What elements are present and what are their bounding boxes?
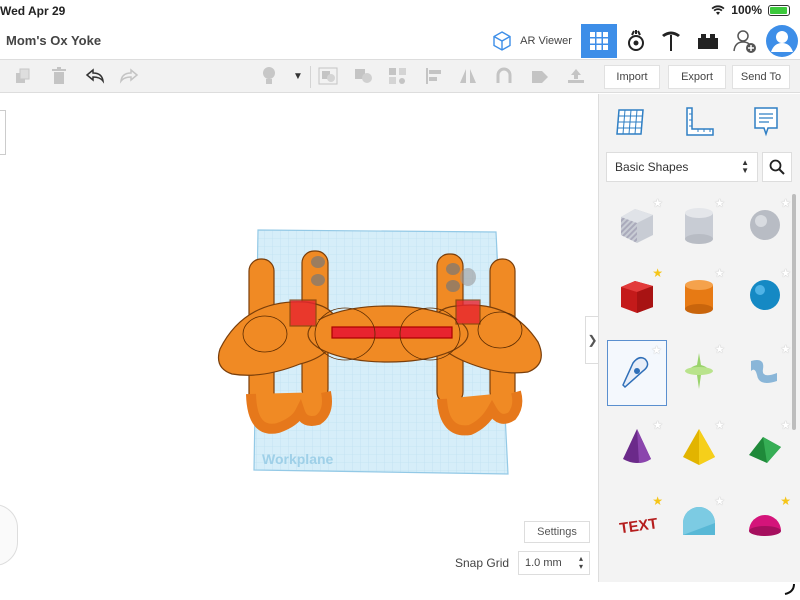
export-button[interactable]: Export [668, 65, 726, 89]
note-icon [754, 107, 778, 137]
favorite-star-icon[interactable]: ★ [651, 344, 662, 356]
redo-icon[interactable] [118, 66, 140, 86]
settings-button[interactable]: Settings [524, 521, 590, 543]
edit-toolbar: ▼ Import Export Send To [0, 60, 800, 93]
favorite-star-icon[interactable]: ★ [780, 197, 791, 209]
status-time: Wed Apr 29 [0, 4, 66, 18]
design-canvas[interactable]: Workplane Settings Snap Grid 1.0 mm ▴ ▾ … [0, 94, 599, 582]
cruise-icon[interactable] [565, 66, 587, 86]
ar-viewer-label: AR Viewer [520, 35, 572, 47]
undo-icon[interactable] [84, 66, 106, 86]
shape-tile[interactable]: ★ [669, 340, 729, 406]
shape-tile[interactable]: ★ [735, 194, 795, 260]
lightbulb-icon[interactable] [258, 66, 280, 86]
ruler-icon [686, 107, 714, 136]
add-user-icon [733, 30, 756, 53]
status-right: 100% [711, 3, 790, 17]
stepper-icon: ▴ ▾ [578, 554, 583, 571]
align-icon[interactable] [423, 66, 445, 86]
ungroup-icon[interactable] [353, 66, 375, 86]
add-user-button[interactable] [728, 24, 762, 58]
snap-grid-value: 1.0 mm [525, 557, 562, 569]
favorite-star-icon[interactable]: ★ [714, 495, 725, 507]
favorite-star-icon[interactable]: ★ [652, 419, 663, 431]
wifi-icon [711, 4, 725, 15]
design-title[interactable]: Mom's Ox Yoke [6, 33, 101, 48]
status-bar: Wed Apr 29 100% [0, 0, 800, 22]
shape-tile[interactable]: ★ [607, 264, 667, 330]
ruler-tool[interactable] [679, 102, 719, 142]
bricks-button[interactable] [655, 24, 687, 58]
ar-cube-icon [493, 31, 511, 51]
favorite-star-icon[interactable]: ★ [714, 343, 725, 355]
avatar-icon [766, 25, 798, 57]
grid-icon [590, 32, 608, 50]
workplane-tool[interactable] [611, 102, 651, 142]
favorite-star-icon[interactable]: ★ [714, 419, 725, 431]
shape-tile[interactable]: ★ [669, 264, 729, 330]
bottom-bar [0, 582, 800, 600]
sidebar-collapse-button[interactable]: ❯ [585, 316, 599, 364]
copy-icon[interactable] [12, 66, 34, 86]
favorite-star-icon[interactable]: ★ [652, 197, 663, 209]
mirror-icon[interactable] [457, 66, 479, 86]
favorite-star-icon[interactable]: ★ [780, 419, 791, 431]
shape-search-button[interactable] [762, 152, 792, 182]
snap-grid-label: Snap Grid [455, 556, 510, 570]
toolbar-divider [310, 66, 311, 88]
sidebar-scrollbar[interactable] [792, 194, 796, 430]
shape-tile[interactable]: ★ [735, 416, 795, 482]
pickaxe-icon [662, 31, 680, 51]
profile-avatar[interactable] [764, 24, 800, 58]
workplane-scene[interactable]: Workplane [0, 94, 598, 582]
shape-tile[interactable]: ★ [607, 194, 667, 260]
lego-bricks-button[interactable] [692, 24, 724, 58]
resize-corner-icon [784, 583, 795, 595]
search-icon [769, 159, 785, 175]
updown-chevron-icon: ▲ ▼ [741, 158, 749, 175]
shape-tile[interactable]: ★ [735, 264, 795, 330]
shape-tile[interactable]: ★ [735, 492, 795, 558]
notes-tool[interactable] [746, 102, 786, 142]
magnet-icon[interactable] [493, 66, 515, 86]
trash-icon[interactable] [48, 66, 70, 86]
workplane-label: Workplane [262, 451, 334, 467]
chevron-right-icon: ❯ [587, 333, 598, 347]
shape-tile[interactable]: ★ [669, 416, 729, 482]
shape-tile[interactable]: ★ [669, 492, 729, 558]
favorite-star-icon[interactable]: ★ [652, 495, 663, 507]
battery-icon [768, 4, 790, 16]
import-button[interactable]: Import [604, 65, 660, 89]
svg-text:TEXT: TEXT [618, 515, 658, 537]
brick-icon [698, 34, 718, 49]
light-dropdown-chevron-icon[interactable]: ▼ [287, 66, 309, 86]
shape-library-select[interactable]: Basic Shapes ▲ ▼ [606, 152, 758, 182]
shape-tile[interactable]: ★ [669, 194, 729, 260]
shape-tile[interactable]: ★ [735, 340, 795, 406]
battery-fill [770, 6, 787, 14]
ruler-tag-icon[interactable] [529, 66, 551, 86]
favorite-star-icon[interactable]: ★ [780, 267, 791, 279]
shape-tile[interactable]: ★ [607, 416, 667, 482]
favorite-star-icon[interactable]: ★ [780, 495, 791, 507]
gear-bot-icon [628, 30, 644, 51]
favorite-star-icon[interactable]: ★ [652, 267, 663, 279]
favorite-star-icon[interactable]: ★ [780, 343, 791, 355]
favorite-star-icon[interactable]: ★ [714, 197, 725, 209]
shape-tile[interactable]: TEXT ★ [607, 492, 667, 558]
app-header: Mom's Ox Yoke AR Viewer [0, 22, 800, 60]
favorite-star-icon[interactable]: ★ [714, 267, 725, 279]
align-group-icon[interactable] [387, 66, 409, 86]
ar-viewer-button[interactable]: AR Viewer [486, 24, 576, 58]
shape-library-value: Basic Shapes [615, 160, 689, 174]
group-icon[interactable] [317, 66, 339, 86]
send-to-button[interactable]: Send To [732, 65, 790, 89]
workplane-icon [616, 109, 644, 135]
3d-design-view-button[interactable] [581, 24, 617, 58]
shape-tile[interactable]: ★ [607, 340, 667, 406]
shapes-sidebar: Basic Shapes ▲ ▼ ★ ★ ★ ★ ★ ★ ★ ★ ★ ★ ★ ★ TEXT ★ ★ ★ [598, 94, 800, 582]
codeblocks-button[interactable] [620, 24, 652, 58]
snap-grid-select[interactable]: 1.0 mm ▴ ▾ [518, 551, 590, 575]
battery-percent: 100% [731, 3, 762, 17]
